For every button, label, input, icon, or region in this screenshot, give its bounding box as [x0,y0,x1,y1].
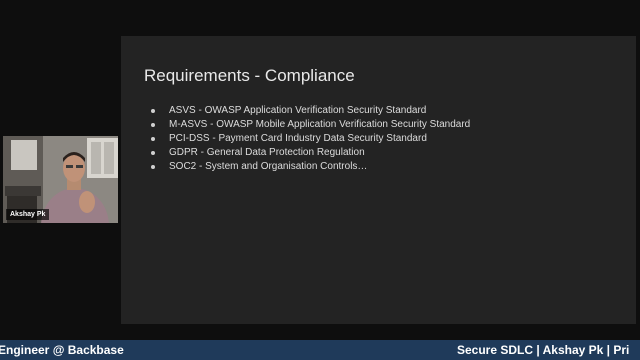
lower-third-banner: s Engineer @ Backbase Secure SDLC | Aksh… [0,340,640,360]
bullet-item: ASVS - OWASP Application Verification Se… [148,104,470,118]
banner-talk-title: Secure SDLC | Akshay Pk | Pri [457,343,630,357]
speaker-name-tag: Akshay Pk [6,209,50,220]
bullet-dot-icon [151,151,155,155]
bullet-dot-icon [151,109,155,113]
bullet-item: SOC2 - System and Organisation Controls… [148,160,470,174]
bullet-item: PCI-DSS - Payment Card Industry Data Sec… [148,132,470,146]
bullet-dot-icon [151,137,155,141]
bullet-dot-icon [151,123,155,127]
bullet-item: GDPR - General Data Protection Regulatio… [148,146,470,160]
bullet-dot-icon [151,165,155,169]
slide-title: Requirements - Compliance [144,66,355,85]
speaker-video-tile: Akshay Pk [3,136,118,223]
slide-bullet-list: ASVS - OWASP Application Verification Se… [148,104,470,174]
bullet-text: M-ASVS - OWASP Mobile Application Verifi… [169,119,471,130]
banner-speaker-role: s Engineer @ Backbase [0,343,124,357]
bullet-item: M-ASVS - OWASP Mobile Application Verifi… [148,118,470,132]
bullet-text: ASVS - OWASP Application Verification Se… [169,105,427,116]
presentation-slide: Requirements - Compliance ASVS - OWASP A… [121,36,636,324]
stream-canvas: Requirements - Compliance ASVS - OWASP A… [0,0,640,360]
bullet-text: GDPR - General Data Protection Regulatio… [169,147,365,158]
bullet-text: PCI-DSS - Payment Card Industry Data Sec… [169,133,427,144]
bullet-text: SOC2 - System and Organisation Controls… [169,161,368,172]
